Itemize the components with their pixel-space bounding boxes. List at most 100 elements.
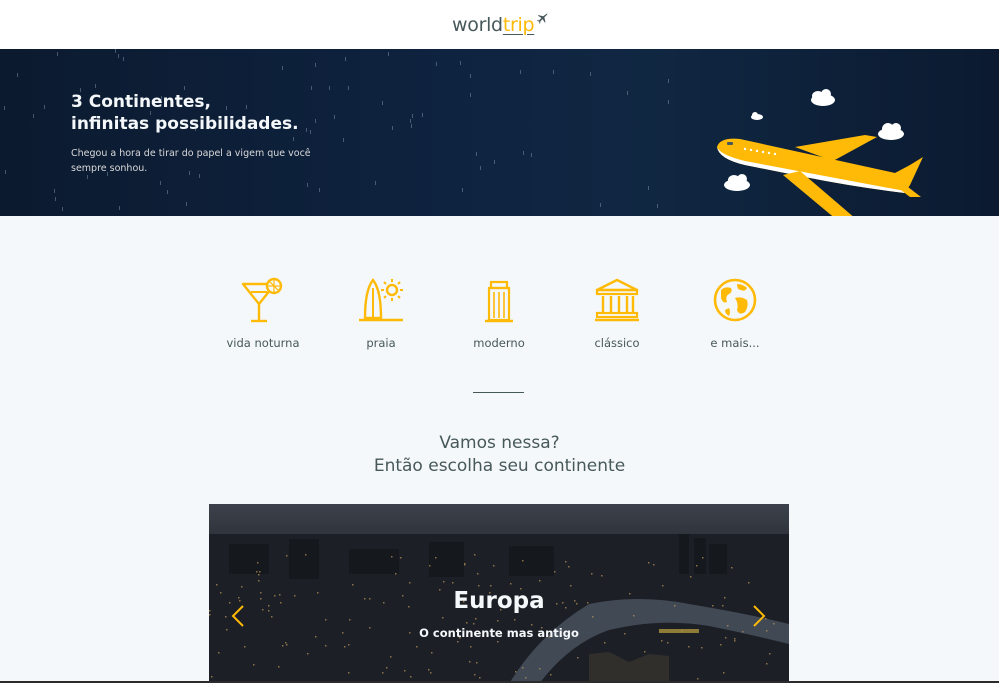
logo-trip-text: trip [502,14,535,36]
surfboard-sun-icon [359,278,403,322]
travel-type-label: vida noturna [226,336,300,350]
rain-streak [343,138,344,142]
rain-streak [306,128,307,132]
rain-streak [199,174,200,178]
chevron-right-icon[interactable] [751,604,767,628]
travel-type-classic[interactable]: clássico [572,276,662,350]
rain-streak [411,124,412,128]
rain-streak [345,57,346,61]
rain-streak [62,207,63,211]
rain-streak [167,190,168,194]
rain-streak [186,202,187,206]
rain-streak [553,70,554,74]
rain-streak [470,74,471,78]
travel-type-nightlife[interactable]: vida noturna [218,276,308,350]
slide-subtitle: O continente mas antigo [419,626,579,640]
rain-streak [246,105,247,109]
rain-streak [44,105,45,109]
rain-streak [476,152,477,156]
banner-title: 3 Continentes, infinitas possibilidades. [71,91,299,135]
rain-streak [17,73,18,77]
rain-streak [119,206,120,210]
rain-streak [520,70,521,74]
rain-streak [307,183,308,187]
chevron-left-icon[interactable] [230,604,246,628]
rain-streak [422,113,423,117]
header: world trip [0,0,999,49]
rain-streak [668,79,669,83]
rain-streak [627,91,628,95]
rain-streak [412,114,413,118]
travel-type-beach[interactable]: praia [336,276,426,350]
rain-streak [462,188,463,192]
rain-streak [293,137,294,141]
travel-type-label: clássico [594,336,640,350]
travel-types: vida noturna praia moderno clássico e ma… [220,276,780,356]
travel-type-label: e mais... [710,336,760,350]
rain-streak [668,100,669,104]
rain-streak [57,52,58,56]
rain-streak [80,88,81,92]
continent-slider[interactable]: Europa O continente mas antigo [209,504,789,683]
slide-title[interactable]: Europa [209,588,789,614]
travel-type-more[interactable]: e mais... [690,276,780,350]
rain-streak [382,101,383,105]
rain-streak [470,93,471,97]
cta-line2: Então escolha seu continente [373,456,626,476]
rain-streak [4,106,5,110]
rain-streak [388,52,389,56]
rain-streak [195,127,196,131]
rain-streak [5,170,6,174]
rain-streak [54,189,55,193]
travel-type-modern[interactable]: moderno [454,276,544,350]
cta-heading: Vamos nessa? Então escolha seu continent… [300,432,699,478]
rain-streak [648,186,649,190]
rain-streak [523,151,524,155]
airplane-illustration [717,89,923,216]
rain-streak [282,66,283,70]
rain-streak [118,54,119,58]
globe-icon [713,278,757,322]
cta-line1: Vamos nessa? [439,433,560,453]
travel-type-label: moderno [473,336,525,350]
travel-type-label: praia [366,336,396,350]
rain-streak [315,63,316,67]
banner-title-line1: 3 Continentes, [71,92,211,112]
airplane-icon [536,13,548,24]
rain-streak [87,175,88,179]
rain-streak [348,86,349,90]
rain-streak [531,153,532,157]
rain-streak [657,204,658,208]
banner-subtitle: Chegou a hora de tirar do papel a vigem … [71,148,311,174]
rain-streak [375,181,376,185]
cocktail-icon [241,277,283,323]
rain-streak [600,203,601,207]
rain-streak [161,96,162,100]
rain-streak [310,130,311,134]
section-divider [473,392,524,393]
logo[interactable]: world trip [452,11,549,39]
rain-streak [123,57,124,61]
museum-icon [595,278,639,322]
rain-streak [160,181,161,185]
rain-streak [311,86,312,90]
rain-streak [189,171,190,175]
rain-streak [410,119,411,123]
rain-streak [226,106,227,110]
rain-streak [115,49,116,53]
rain-streak [319,188,320,192]
skyscraper-icon [485,280,513,323]
rain-streak [95,84,96,88]
rain-streak [590,72,591,76]
rain-streak [392,126,393,130]
logo-world-text: world [452,14,503,36]
rain-streak [460,61,461,65]
hero-banner: 3 Continentes, infinitas possibilidades.… [0,49,999,216]
rain-streak [33,114,34,118]
banner-title-line2: infinitas possibilidades. [71,114,299,134]
rain-streak [494,160,495,164]
rain-streak [107,172,108,176]
rain-streak [84,120,85,124]
rain-streak [150,111,151,115]
rain-streak [55,197,56,201]
